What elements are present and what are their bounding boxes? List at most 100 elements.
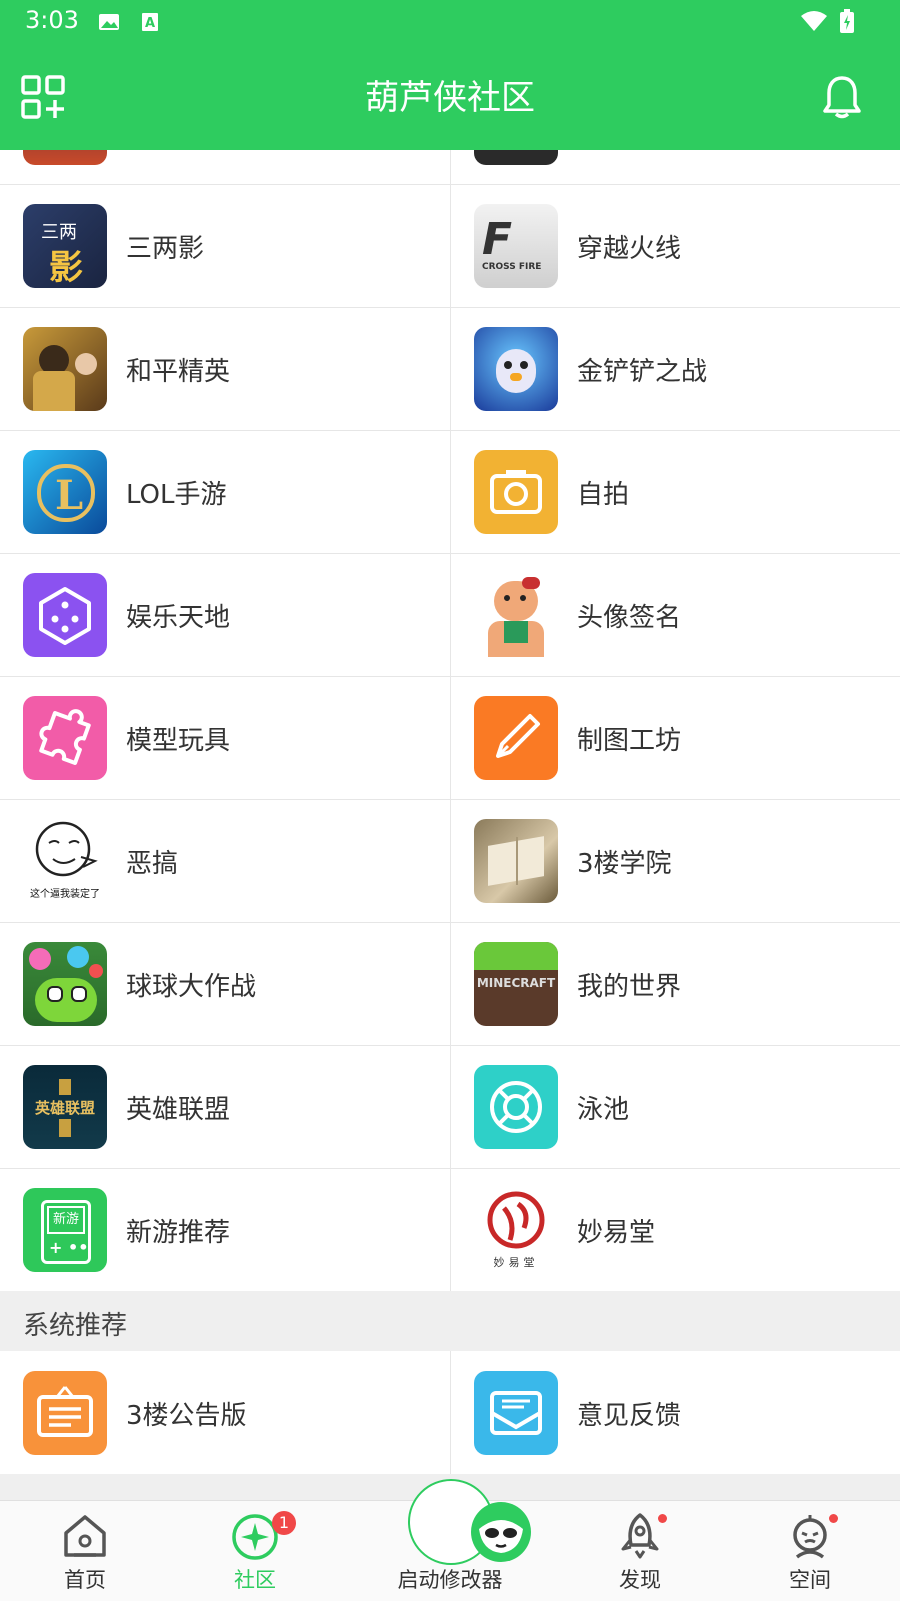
minecraft-icon: MINECRAFT bbox=[474, 942, 558, 1026]
feedback-mail-icon bbox=[474, 1371, 558, 1455]
crossfire-icon: F CROSS FIRE bbox=[474, 204, 558, 288]
game-icon bbox=[23, 150, 107, 165]
ball-battle-icon bbox=[23, 942, 107, 1026]
lol-pc-icon-text: 英雄联盟 bbox=[34, 1099, 95, 1117]
tab-space[interactable]: 空间 bbox=[735, 1501, 885, 1601]
category-list[interactable]: 三两 影 三两影 F CROSS FIRE 穿越火线 和平精英 金铲铲之战 L … bbox=[0, 150, 900, 1500]
status-bar: 3:03 A bbox=[0, 0, 900, 45]
category-label: 新游推荐 bbox=[126, 1218, 231, 1248]
category-label: 妙易堂 bbox=[577, 1218, 656, 1248]
category-label: 我的世界 bbox=[577, 972, 682, 1002]
app-bar: 3:03 A 葫芦侠社区 bbox=[0, 0, 900, 150]
category-label: LOL手游 bbox=[126, 480, 227, 510]
tab-label: 首页 bbox=[64, 1568, 106, 1592]
home-icon bbox=[64, 1515, 106, 1557]
category-item-crossfire[interactable]: F CROSS FIRE 穿越火线 bbox=[450, 184, 900, 307]
category-row: 模型玩具 制图工坊 bbox=[0, 676, 900, 800]
toolbar: 葫芦侠社区 bbox=[0, 45, 900, 150]
miaoyitang-caption: 妙易堂 bbox=[493, 1256, 539, 1269]
tab-label: 启动修改器 bbox=[397, 1568, 503, 1592]
tab-community[interactable]: 社区 bbox=[180, 1501, 330, 1601]
tab-discover[interactable]: 发现 bbox=[565, 1501, 715, 1601]
category-row: 娱乐天地 头像签名 bbox=[0, 553, 900, 677]
category-row: 球球大作战 MINECRAFT 我的世界 bbox=[0, 922, 900, 1046]
category-item-ball-battle[interactable]: 球球大作战 bbox=[0, 922, 450, 1045]
system-item-label: 意见反馈 bbox=[577, 1401, 682, 1431]
category-item-jinchanchan[interactable]: 金铲铲之战 bbox=[450, 307, 900, 430]
category-item-pool[interactable]: 泳池 bbox=[450, 1045, 900, 1168]
dice-icon bbox=[23, 573, 107, 657]
section-header-system: 系统推荐 bbox=[0, 1291, 900, 1351]
category-item-selfie[interactable]: 自拍 bbox=[450, 430, 900, 553]
bell-icon[interactable] bbox=[820, 75, 864, 119]
category-label: 和平精英 bbox=[126, 357, 231, 387]
heping-jingying-icon bbox=[23, 327, 107, 411]
new-game-icon-text: 新游 bbox=[47, 1206, 85, 1234]
category-row: L LOL手游 自拍 bbox=[0, 430, 900, 554]
category-item-entertainment[interactable]: 娱乐天地 bbox=[0, 553, 450, 676]
tab-label: 社区 bbox=[234, 1568, 276, 1592]
category-label: 球球大作战 bbox=[126, 972, 257, 1002]
category-item-league-of-legends[interactable]: 英雄联盟 英雄联盟 bbox=[0, 1045, 450, 1168]
crossfire-icon-text: CROSS FIRE bbox=[482, 262, 542, 272]
community-badge: 1 bbox=[272, 1511, 296, 1535]
category-item-new-games[interactable]: 新游 + •• 新游推荐 bbox=[0, 1168, 450, 1291]
system-item-notice-board[interactable]: 3楼公告版 bbox=[0, 1351, 450, 1474]
system-item-label: 3楼公告版 bbox=[126, 1401, 247, 1431]
category-item-avatar-signature[interactable]: 头像签名 bbox=[450, 553, 900, 676]
space-dot-badge bbox=[829, 1514, 838, 1523]
category-item-model-toys[interactable]: 模型玩具 bbox=[0, 676, 450, 799]
pen-icon bbox=[474, 696, 558, 780]
battery-icon bbox=[840, 9, 854, 33]
category-row: 这个逼我装定了 恶搞 3楼学院 bbox=[0, 799, 900, 923]
tab-label: 发现 bbox=[619, 1568, 661, 1592]
category-label: 制图工坊 bbox=[577, 726, 682, 756]
discover-dot-badge bbox=[658, 1514, 667, 1523]
category-item-spoof[interactable]: 这个逼我装定了 恶搞 bbox=[0, 799, 450, 922]
lol-icon: L bbox=[23, 450, 107, 534]
camera-icon bbox=[474, 450, 558, 534]
category-row: 和平精英 金铲铲之战 bbox=[0, 307, 900, 431]
category-label: 模型玩具 bbox=[126, 726, 231, 756]
category-label: 穿越火线 bbox=[577, 234, 682, 264]
category-label: 头像签名 bbox=[577, 603, 682, 633]
tab-launch-modifier[interactable]: 启动修改器 bbox=[375, 1479, 531, 1601]
category-label: 泳池 bbox=[577, 1095, 630, 1125]
notice-board-icon bbox=[23, 1371, 107, 1455]
category-item-drawing-workshop[interactable]: 制图工坊 bbox=[450, 676, 900, 799]
section-title: 系统推荐 bbox=[23, 1311, 128, 1341]
image-notification-icon bbox=[99, 14, 119, 30]
category-item-sanliangying[interactable]: 三两 影 三两影 bbox=[0, 184, 450, 307]
avatar-cartoon-icon bbox=[474, 573, 558, 657]
category-item-miaoyitang[interactable]: 妙易堂 妙易堂 bbox=[450, 1168, 900, 1291]
category-row: 新游 + •• 新游推荐 妙易堂 妙易堂 bbox=[0, 1168, 900, 1291]
miaoyitang-icon: 妙易堂 bbox=[474, 1188, 558, 1272]
system-item-feedback[interactable]: 意见反馈 bbox=[450, 1351, 900, 1474]
category-row: 三两 影 三两影 F CROSS FIRE 穿越火线 bbox=[0, 184, 900, 308]
category-label: 恶搞 bbox=[126, 849, 179, 879]
category-item-heping-jingying[interactable]: 和平精英 bbox=[0, 307, 450, 430]
lifebuoy-icon bbox=[474, 1065, 558, 1149]
wifi-icon bbox=[801, 11, 827, 31]
page-title: 葫芦侠社区 bbox=[365, 78, 535, 118]
jinchanchan-icon bbox=[474, 327, 558, 411]
category-item-partial-right[interactable] bbox=[450, 150, 900, 184]
tab-home[interactable]: 首页 bbox=[10, 1501, 160, 1601]
game-icon bbox=[474, 150, 558, 165]
lol-pc-icon: 英雄联盟 bbox=[23, 1065, 107, 1149]
launch-modifier-button[interactable] bbox=[408, 1479, 531, 1565]
meme-caption: 这个逼我装定了 bbox=[30, 889, 100, 900]
meme-face-icon: 这个逼我装定了 bbox=[23, 819, 107, 903]
category-item-lol-mobile[interactable]: L LOL手游 bbox=[0, 430, 450, 553]
puzzle-icon bbox=[23, 696, 107, 780]
system-row: 3楼公告版 意见反馈 bbox=[0, 1351, 900, 1474]
new-game-icon: 新游 + •• bbox=[23, 1188, 107, 1272]
category-label: 金铲铲之战 bbox=[577, 357, 708, 387]
svg-text:A: A bbox=[145, 16, 155, 31]
sanliang-icon-text-2: 影 bbox=[49, 248, 83, 288]
category-label: 娱乐天地 bbox=[126, 603, 231, 633]
category-item-minecraft[interactable]: MINECRAFT 我的世界 bbox=[450, 922, 900, 1045]
category-item-3f-academy[interactable]: 3楼学院 bbox=[450, 799, 900, 922]
category-label: 自拍 bbox=[577, 480, 630, 510]
category-item-partial-left[interactable] bbox=[0, 150, 450, 184]
